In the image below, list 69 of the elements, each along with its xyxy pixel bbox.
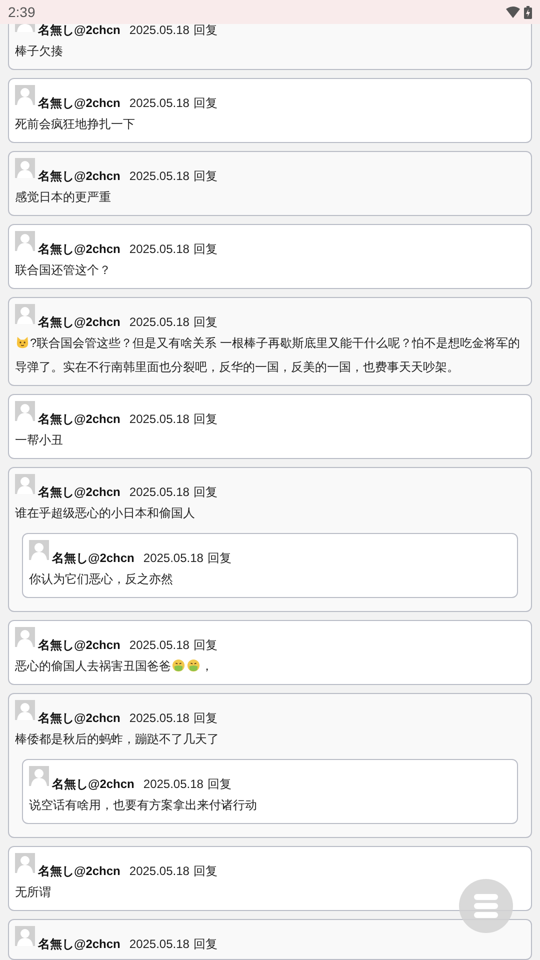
post-date: 2025.05.18 [129,24,190,37]
avatar-icon [15,700,35,720]
post-date: 2025.05.18 [129,315,190,329]
avatar-icon [29,540,49,560]
reply-link[interactable]: 回复 [193,412,218,426]
post-date: 2025.05.18 [129,638,190,652]
author-name: 名無し@2chcn [38,169,120,183]
post-date: 2025.05.18 [129,169,190,183]
post-date: 2025.05.18 [129,242,190,256]
post-date: 2025.05.18 [129,412,190,426]
comment-text: 棒倭都是秋后的蚂蚱，蹦跶不了几天了 [15,731,220,748]
comment-text: 棒子欠揍 [15,43,64,60]
reply-link[interactable]: 回复 [193,169,218,183]
author-name: 名無し@2chcn [38,485,120,499]
post-date: 2025.05.18 [129,96,190,110]
post-date: 2025.05.18 [129,864,190,878]
reply-link[interactable]: 回复 [193,315,218,329]
post-date: 2025.05.18 [129,485,190,499]
avatar-icon [15,304,35,324]
avatar-icon [15,627,35,647]
avatar-icon [15,853,35,873]
comment-text: 谁在乎超级恶心的小日本和偷国人 [15,505,196,522]
avatar-icon [15,85,35,105]
cat-face-icon [16,336,29,349]
battery-icon [524,6,532,18]
comment-text: 一帮小丑 [15,432,64,449]
reply-link[interactable]: 回复 [207,777,232,791]
avatar-icon [29,766,49,786]
comment-text: 无所谓 [15,884,52,901]
comment-text: ?联合国会管这些？但是又有啥关系 一根棒子再歇斯底里又能干什么呢？怕不是想吃金将军的导弹了。实在不行南韩里面也分裂吧，反华的一国，反美的一国，也费事天天吵架。 [15,335,522,376]
author-name: 名無し@2chcn [38,96,120,110]
comment-text: 死前会疯狂地挣扎一下 [15,116,136,133]
comment-text: 恶心的偷国人去祸害丑国爸爸 ， [15,658,214,675]
wifi-icon [506,6,520,18]
reply-link[interactable]: 回复 [193,937,218,951]
reply-link[interactable]: 回复 [193,485,218,499]
author-name: 名無し@2chcn [38,638,120,652]
author-name: 名無し@2chcn [38,315,120,329]
avatar-icon [15,401,35,421]
avatar-icon [15,158,35,178]
author-name: 名無し@2chcn [52,777,134,791]
reply-link[interactable]: 回复 [193,638,218,652]
avatar-icon [15,474,35,494]
reply-link[interactable]: 回复 [193,711,218,725]
author-name: 名無し@2chcn [38,242,120,256]
author-name: 名無し@2chcn [52,551,134,565]
status-time: 2:39 [8,4,36,20]
reply-link[interactable]: 回复 [207,551,232,565]
reply-link[interactable]: 回复 [193,864,218,878]
post-date: 2025.05.18 [129,711,190,725]
comment-text: 感觉日本的更严重 [15,189,112,206]
post-date: 2025.05.18 [143,551,204,565]
sick-face-icon [187,659,200,672]
avatar-icon [15,926,35,946]
comment-text: 联合国还管这个？ [15,262,112,279]
reply-link[interactable]: 回复 [193,24,218,37]
reply-link[interactable]: 回复 [193,242,218,256]
author-name: 名無し@2chcn [38,711,120,725]
avatar-icon [15,231,35,251]
author-name: 名無し@2chcn [38,937,120,951]
reply-link[interactable]: 回复 [193,96,218,110]
post-date: 2025.05.18 [129,937,190,951]
sick-face-icon [172,659,185,672]
post-date: 2025.05.18 [143,777,204,791]
author-name: 名無し@2chcn [38,24,120,37]
author-name: 名無し@2chcn [38,412,120,426]
author-name: 名無し@2chcn [38,864,120,878]
comment-text: 说空话有啥用，也要有方案拿出来付诸行动 [29,797,258,814]
comment-text: 你认为它们恶心，反之亦然 [29,571,174,588]
